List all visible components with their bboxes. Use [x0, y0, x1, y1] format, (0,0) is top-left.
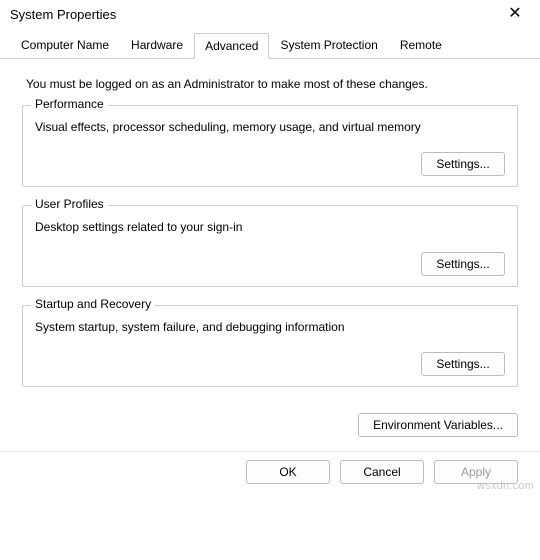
- admin-notice: You must be logged on as an Administrato…: [26, 77, 514, 91]
- tab-advanced[interactable]: Advanced: [194, 33, 269, 59]
- tab-hardware[interactable]: Hardware: [120, 32, 194, 58]
- group-user-profiles-desc: Desktop settings related to your sign-in: [35, 220, 505, 234]
- performance-settings-button[interactable]: Settings...: [421, 152, 505, 176]
- user-profiles-settings-button[interactable]: Settings...: [421, 252, 505, 276]
- group-performance-desc: Visual effects, processor scheduling, me…: [35, 120, 505, 134]
- startup-recovery-settings-button[interactable]: Settings...: [421, 352, 505, 376]
- tab-panel-advanced: You must be logged on as an Administrato…: [0, 59, 540, 413]
- group-user-profiles: User Profiles Desktop settings related t…: [22, 205, 518, 287]
- tab-remote[interactable]: Remote: [389, 32, 453, 58]
- tab-system-protection[interactable]: System Protection: [269, 32, 388, 58]
- group-startup-recovery: Startup and Recovery System startup, sys…: [22, 305, 518, 387]
- tab-strip: Computer Name Hardware Advanced System P…: [0, 32, 540, 59]
- tab-computer-name[interactable]: Computer Name: [10, 32, 120, 58]
- group-user-profiles-legend: User Profiles: [31, 197, 108, 211]
- environment-variables-button[interactable]: Environment Variables...: [358, 413, 518, 437]
- ok-button[interactable]: OK: [246, 460, 330, 484]
- window-title: System Properties: [10, 7, 116, 22]
- title-bar: System Properties ✕: [0, 0, 540, 28]
- cancel-button[interactable]: Cancel: [340, 460, 424, 484]
- group-startup-recovery-desc: System startup, system failure, and debu…: [35, 320, 505, 334]
- group-performance-legend: Performance: [31, 97, 108, 111]
- dialog-footer: OK Cancel Apply: [0, 451, 540, 484]
- group-performance: Performance Visual effects, processor sc…: [22, 105, 518, 187]
- apply-button[interactable]: Apply: [434, 460, 518, 484]
- group-startup-recovery-legend: Startup and Recovery: [31, 297, 155, 311]
- close-icon[interactable]: ✕: [500, 6, 530, 22]
